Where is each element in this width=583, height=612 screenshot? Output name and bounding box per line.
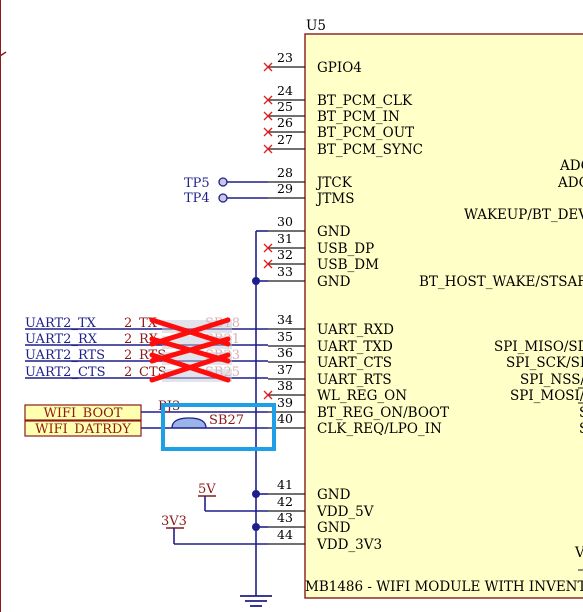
pin-number: 23	[277, 50, 293, 65]
uart-net-rts[interactable]: UART2_RTS2RTSSB23	[25, 348, 268, 365]
pin-name: BT_PCM_OUT	[317, 125, 414, 141]
uart-net-tx[interactable]: UART2_TX2TXSB18	[25, 316, 268, 333]
pin-number: 24	[277, 83, 293, 98]
pin-name: JTCK	[315, 175, 353, 191]
test-point-label: TP4	[184, 191, 210, 206]
pin-number: 27	[277, 132, 293, 147]
pin-number: 31	[277, 231, 293, 246]
pin-name: CLK_REQ/LPO_IN	[317, 421, 442, 437]
solder-bridge-pad	[171, 417, 207, 429]
schematic-canvas: U5 MB1486 - WIFI MODULE WITH INVENTEK 23…	[0, 0, 583, 612]
pin-number: 37	[277, 362, 293, 377]
pin-name: GND	[317, 224, 351, 240]
junction-dot	[252, 490, 260, 498]
pin-name: GPIO4	[317, 60, 362, 76]
right-side-label: SPI_NSS/S	[520, 372, 583, 388]
pin-name: USB_DM	[317, 257, 379, 273]
right-side-label: ADC	[557, 175, 583, 191]
pin-number: 34	[277, 312, 293, 327]
component-footer: MB1486 - WIFI MODULE WITH INVENTEK	[305, 579, 583, 595]
test-point-label: TP5	[184, 176, 210, 191]
pin-name: BT_REG_ON/BOOT	[317, 405, 449, 421]
pin-number: 32	[277, 247, 293, 262]
pin-number: 36	[277, 345, 293, 360]
pin-name: VDD_5V	[316, 504, 374, 520]
test-point-tp5[interactable]: TP5	[184, 176, 268, 191]
pin-name: UART_TXD	[317, 339, 393, 355]
right-side-label: SPI_SCK/SD	[506, 355, 583, 371]
solder-bridge-label: SB27	[209, 413, 244, 428]
pin-name: USB_DP	[317, 241, 374, 257]
right-side-label: BT_HOST_WAKE/STSAF	[419, 274, 583, 290]
power-label: 5V	[198, 482, 216, 497]
pin-name: VDD_3V3	[316, 537, 382, 553]
pin-number: 41	[277, 477, 293, 492]
port-label: WIFI_DATRDY	[35, 422, 131, 437]
pin-number: 25	[277, 99, 293, 114]
pin-number: 39	[277, 395, 293, 410]
right-side-label: S	[579, 421, 583, 437]
pin-name: JTMS	[315, 191, 355, 207]
uart-nets: UART2_TX2TXSB18UART2_RX2RXSB21UART2_RTS2…	[25, 316, 268, 383]
pin-number: 40	[277, 411, 293, 426]
component-designator: U5	[306, 18, 326, 34]
pin-name: UART_RTS	[317, 372, 392, 388]
right-side-label: WAKEUP/BT_DEV	[464, 207, 583, 223]
ground-symbol	[240, 595, 272, 607]
right-side-label: SPI_MOSI/S	[510, 388, 583, 404]
right-side-label: SPI_MISO/SD	[494, 339, 583, 355]
right-side-label: S	[579, 405, 583, 421]
pin-number: 26	[277, 115, 293, 130]
gnd-bus	[252, 230, 268, 596]
pin-number: 30	[277, 214, 293, 229]
pin-name: BT_PCM_CLK	[317, 93, 413, 109]
pin-name: GND	[317, 274, 351, 290]
pin-number: 42	[277, 494, 293, 509]
pin-number: 35	[277, 329, 293, 344]
pin-number: 29	[277, 181, 293, 196]
test-point-pad	[218, 193, 228, 203]
power-label: 3V3	[161, 514, 187, 529]
power-3v3[interactable]: 3V3	[161, 514, 268, 545]
pin-number: 44	[277, 527, 293, 542]
pin-name: BT_PCM_SYNC	[317, 142, 423, 158]
right-side-label: V	[574, 545, 583, 561]
pin-number: 33	[277, 264, 293, 279]
uart-net-cts[interactable]: UART2_CTS2CTSSB25	[25, 365, 268, 382]
uart-net-rx[interactable]: UART2_RX2RXSB21	[25, 332, 268, 349]
junction-dot	[252, 523, 260, 531]
test-point-tp4[interactable]: TP4	[184, 191, 268, 206]
pin-number: 28	[277, 165, 293, 180]
pin-name: WL_REG_ON	[317, 388, 407, 404]
pin-name: BT_PCM_IN	[317, 109, 400, 125]
right-side-label: ADC	[559, 158, 583, 174]
pin-name: GND	[317, 520, 351, 536]
pin-number: 38	[277, 378, 293, 393]
pin-number: 43	[277, 510, 293, 525]
port-label: WIFI_BOOT	[44, 406, 123, 421]
junction-dot	[252, 277, 260, 285]
pin-name: UART_CTS	[317, 355, 392, 371]
pin-name: UART_RXD	[317, 322, 394, 338]
pin-name: GND	[317, 487, 351, 503]
test-point-pad	[218, 177, 228, 187]
